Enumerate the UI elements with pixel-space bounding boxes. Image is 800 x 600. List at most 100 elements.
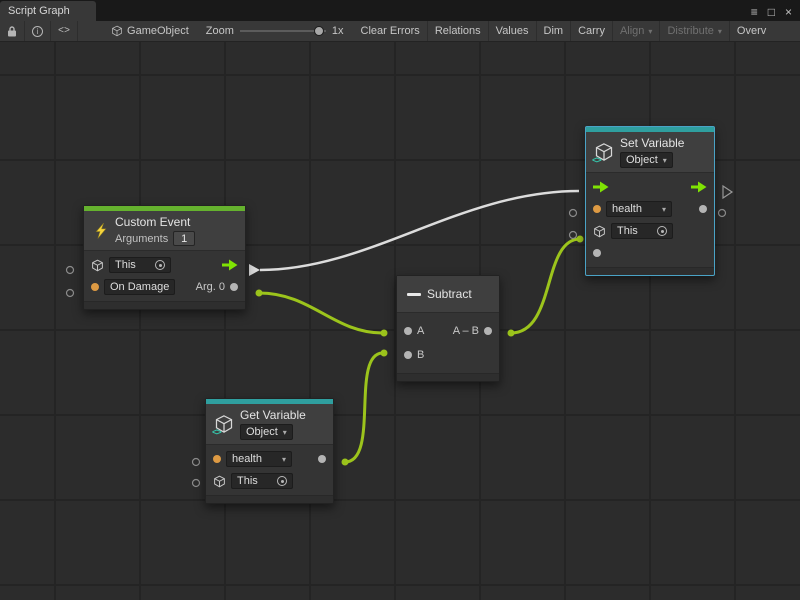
node-header[interactable]: Custom Event Arguments 1 bbox=[84, 211, 245, 250]
node-title: Get Variable bbox=[240, 408, 306, 422]
zoom-label: Zoom bbox=[206, 25, 234, 37]
scope-label: Object bbox=[626, 154, 658, 166]
value-out-port[interactable] bbox=[699, 205, 707, 213]
port-empty[interactable] bbox=[193, 459, 200, 466]
node-custom-event[interactable]: Custom Event Arguments 1 This bbox=[83, 205, 246, 310]
variable-name-port[interactable] bbox=[213, 455, 221, 463]
info-button[interactable]: i bbox=[25, 21, 51, 41]
lock-icon bbox=[7, 26, 17, 37]
port-empty[interactable] bbox=[67, 267, 74, 274]
node-header[interactable]: <> Get Variable Object ▾ bbox=[206, 404, 333, 444]
wire-flow-customevent-setvariable[interactable] bbox=[260, 191, 579, 270]
close-icon[interactable]: × bbox=[785, 6, 792, 18]
clear-errors-button[interactable]: Clear Errors bbox=[354, 21, 428, 41]
carry-button[interactable]: Carry bbox=[571, 21, 613, 41]
variable-icon: <> bbox=[594, 142, 614, 162]
node-footer bbox=[586, 267, 714, 275]
dim-button[interactable]: Dim bbox=[537, 21, 572, 41]
dim-label: Dim bbox=[544, 25, 564, 37]
graph-toolbar: i <> GameObject Zoom 1x Clear Errors R bbox=[0, 21, 800, 42]
lock-button[interactable] bbox=[0, 21, 25, 41]
port-dot-connected[interactable] bbox=[256, 290, 263, 297]
code-icon: <> bbox=[592, 156, 601, 166]
input-a-port[interactable] bbox=[404, 327, 412, 335]
port-empty[interactable] bbox=[67, 290, 74, 297]
overview-button[interactable]: Overv bbox=[730, 21, 773, 41]
align-button[interactable]: Align ▾ bbox=[613, 21, 660, 41]
object-picker-icon[interactable] bbox=[277, 476, 287, 486]
port-dot-connected[interactable] bbox=[381, 330, 388, 337]
this-object-field[interactable]: This bbox=[611, 223, 673, 239]
variable-name-value: health bbox=[232, 453, 262, 465]
arg0-out-port[interactable] bbox=[230, 283, 238, 291]
flow-out-port[interactable] bbox=[222, 259, 238, 271]
node-set-variable[interactable]: <> Set Variable Object ▾ bbox=[585, 126, 715, 276]
node-footer bbox=[206, 495, 333, 503]
zoom-value: 1x bbox=[332, 25, 344, 37]
node-subtract[interactable]: Subtract A A – B B bbox=[396, 275, 500, 382]
graph-canvas[interactable]: Custom Event Arguments 1 This bbox=[0, 42, 800, 600]
event-name-port[interactable] bbox=[91, 283, 99, 291]
wire-getvariable-subtract-b[interactable] bbox=[345, 353, 383, 462]
port-empty[interactable] bbox=[193, 480, 200, 487]
zoom-slider[interactable] bbox=[240, 25, 326, 37]
maximize-icon[interactable]: □ bbox=[768, 6, 775, 18]
flow-port-empty[interactable] bbox=[723, 186, 732, 198]
port-empty[interactable] bbox=[719, 210, 726, 217]
object-picker-icon[interactable] bbox=[657, 226, 667, 236]
event-name-field[interactable]: On Damage bbox=[104, 279, 175, 295]
variable-name-dropdown[interactable]: health ▾ bbox=[226, 451, 292, 467]
code-icon: <> bbox=[58, 26, 70, 37]
gameobject-icon bbox=[593, 225, 606, 238]
wire-subtract-setvariable[interactable] bbox=[511, 239, 580, 333]
value-in-port[interactable] bbox=[593, 249, 601, 257]
variable-icon: <> bbox=[214, 414, 234, 434]
node-header[interactable]: Subtract bbox=[397, 276, 499, 312]
object-picker-icon[interactable] bbox=[155, 260, 165, 270]
info-letter: i bbox=[37, 27, 39, 36]
node-get-variable[interactable]: <> Get Variable Object ▾ health ▾ bbox=[205, 398, 334, 504]
arguments-input[interactable]: 1 bbox=[173, 231, 195, 246]
port-dot-connected[interactable] bbox=[342, 459, 349, 466]
node-body: health ▾ This bbox=[206, 444, 333, 495]
window-controls: ≡ □ × bbox=[751, 6, 800, 21]
input-b-label: B bbox=[417, 349, 424, 361]
this-label: This bbox=[617, 225, 638, 237]
port-empty[interactable] bbox=[570, 210, 577, 217]
tab-script-graph[interactable]: Script Graph bbox=[0, 1, 96, 21]
wire-arg0-subtract-a[interactable] bbox=[259, 293, 383, 333]
menu-icon[interactable]: ≡ bbox=[751, 6, 758, 18]
variable-scope-dropdown[interactable]: Object ▾ bbox=[620, 152, 673, 168]
port-empty[interactable] bbox=[570, 232, 577, 239]
flow-in-port[interactable] bbox=[593, 181, 609, 193]
chevron-down-icon: ▾ bbox=[648, 27, 652, 36]
carry-label: Carry bbox=[578, 25, 605, 37]
value-out-port[interactable] bbox=[318, 455, 326, 463]
variable-name-dropdown[interactable]: health ▾ bbox=[606, 201, 672, 217]
relations-button[interactable]: Relations bbox=[428, 21, 489, 41]
values-button[interactable]: Values bbox=[489, 21, 537, 41]
variable-name-port[interactable] bbox=[593, 205, 601, 213]
flow-wire-arrow bbox=[249, 264, 260, 276]
info-icon: i bbox=[32, 26, 43, 37]
this-object-field[interactable]: This bbox=[109, 257, 171, 273]
distribute-button[interactable]: Distribute ▾ bbox=[660, 21, 729, 41]
port-dot-connected[interactable] bbox=[577, 236, 584, 243]
zoom-slider-handle[interactable] bbox=[314, 26, 324, 36]
edit-script-button[interactable]: <> bbox=[51, 21, 78, 41]
port-dot-connected[interactable] bbox=[381, 350, 388, 357]
output-port[interactable] bbox=[484, 327, 492, 335]
this-object-field[interactable]: This bbox=[231, 473, 293, 489]
port-dot-connected[interactable] bbox=[508, 330, 515, 337]
input-b-port[interactable] bbox=[404, 351, 412, 359]
output-label: A – B bbox=[453, 325, 479, 337]
zoom-slider-track bbox=[240, 30, 326, 32]
node-body: health ▾ This bbox=[586, 172, 714, 267]
node-header[interactable]: <> Set Variable Object ▾ bbox=[586, 132, 714, 172]
event-name-value: On Damage bbox=[110, 281, 169, 293]
flow-out-port[interactable] bbox=[691, 181, 707, 193]
variable-scope-dropdown[interactable]: Object ▾ bbox=[240, 424, 293, 440]
lightning-icon bbox=[92, 222, 109, 239]
gameobject-target-button[interactable]: GameObject bbox=[104, 21, 196, 41]
unity-script-graph-window: Script Graph ≡ □ × i <> bbox=[0, 0, 800, 600]
